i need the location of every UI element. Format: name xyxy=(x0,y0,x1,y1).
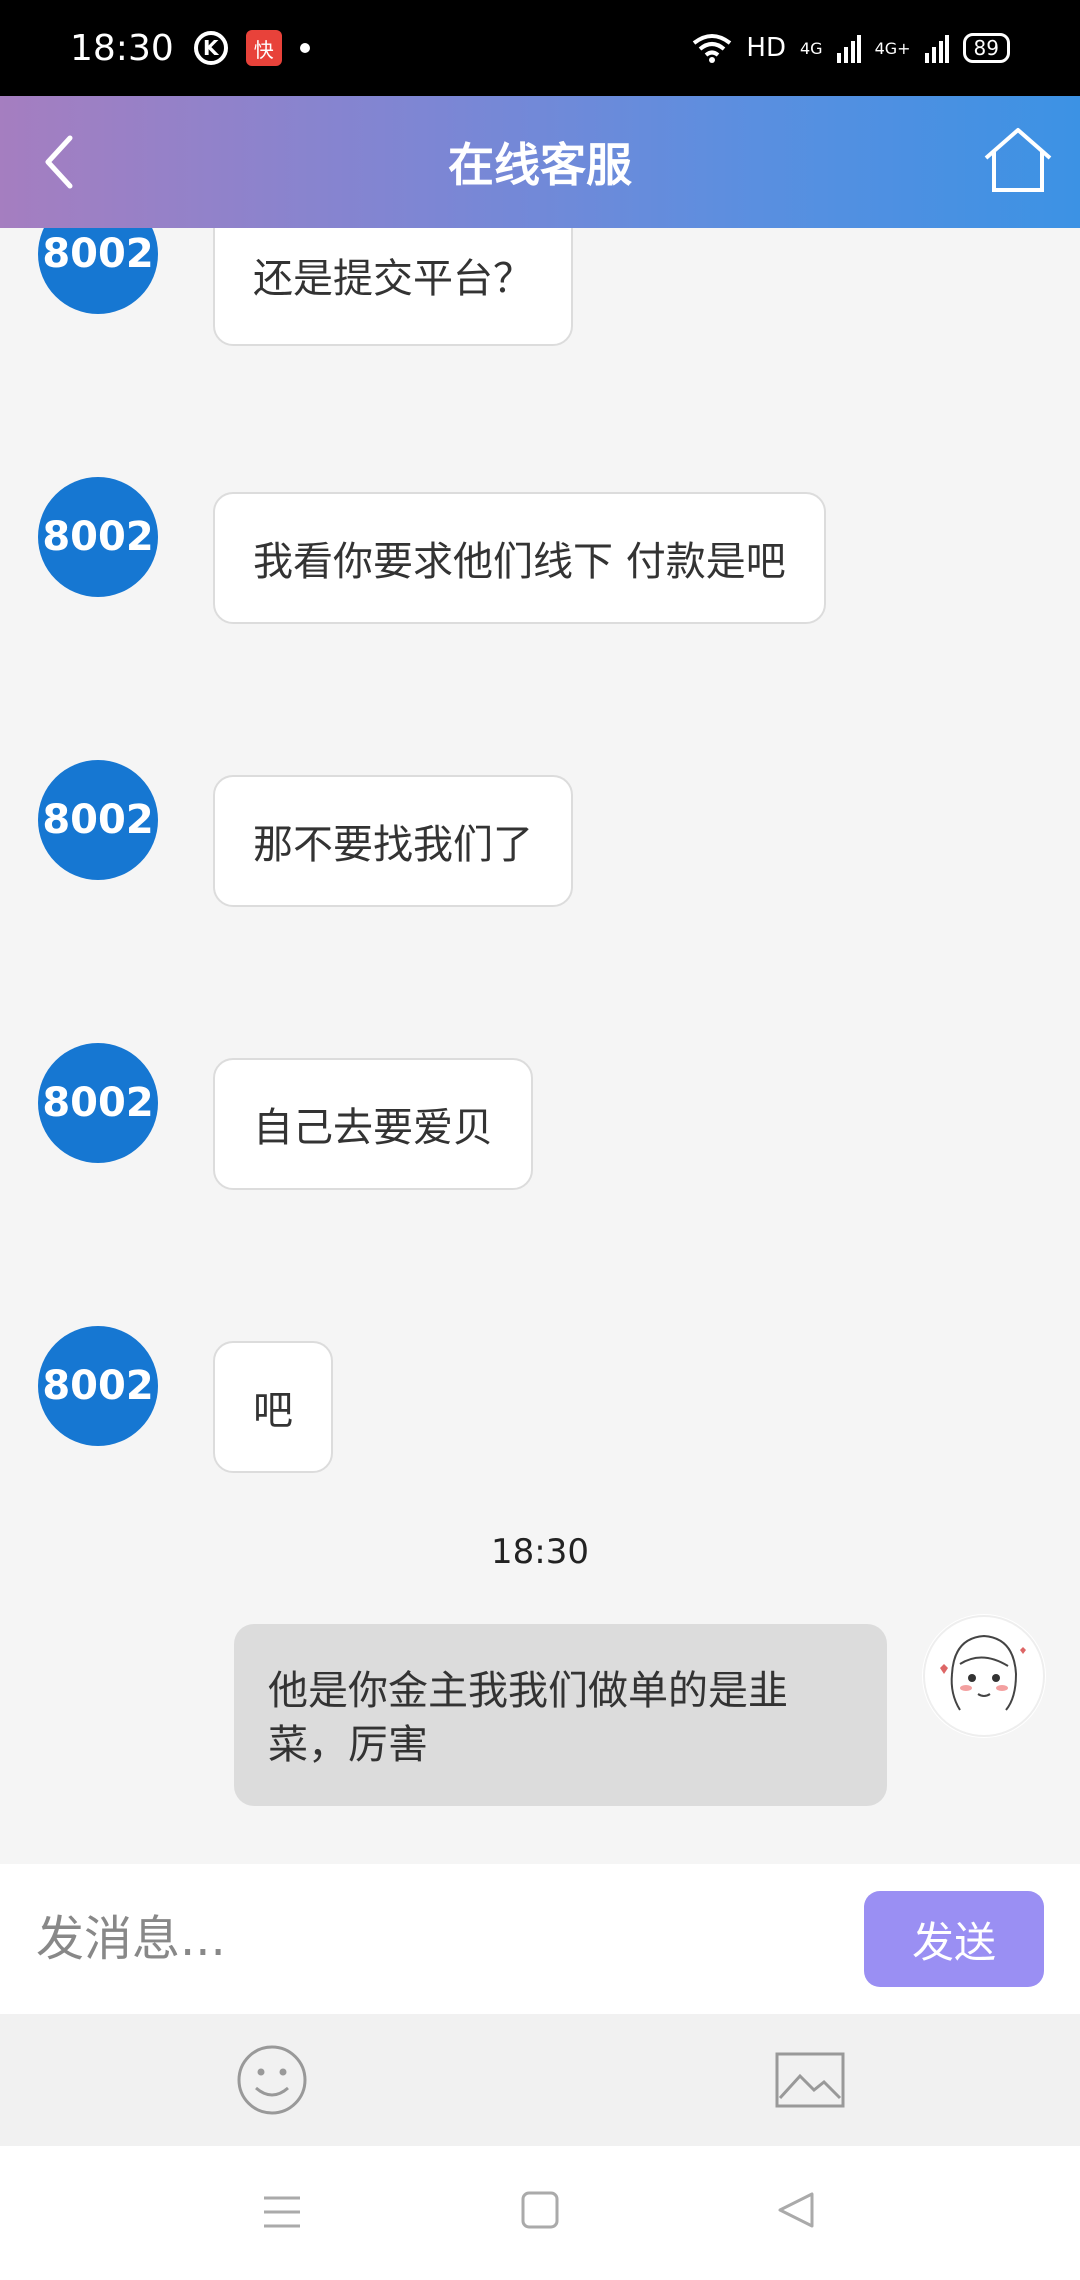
signal-4g-label: 4G xyxy=(799,38,823,58)
message-bubble[interactable]: 那不要找我们了 xyxy=(213,775,573,907)
nav-home-icon[interactable] xyxy=(520,2190,560,2230)
k-app-icon: K xyxy=(193,31,228,65)
user-avatar[interactable] xyxy=(922,1614,1046,1738)
smiley-icon[interactable] xyxy=(236,2044,308,2116)
agent-avatar[interactable]: 8002 xyxy=(38,1043,158,1163)
recents-menu-icon[interactable] xyxy=(262,2192,302,2232)
message-bubble[interactable]: 自己去要爱贝 xyxy=(213,1058,533,1190)
header-bar: 在线客服 xyxy=(0,96,1080,228)
system-nav-bar xyxy=(0,2146,1080,2280)
my-message-line: 菜，厉害 xyxy=(268,1722,428,1768)
agent-avatar[interactable]: 8002 xyxy=(38,477,158,597)
wifi-icon xyxy=(693,34,732,63)
back-chevron-icon[interactable] xyxy=(36,124,106,200)
my-message-line: 他是你金主我我们做单的是韭 xyxy=(268,1668,788,1714)
message-timestamp: 18:30 xyxy=(491,1532,589,1572)
message-input-bar: 发送 xyxy=(0,1864,1080,2014)
agent-avatar[interactable]: 8002 xyxy=(38,1326,158,1446)
message-bubble[interactable]: 我看你要求他们线下 付款是吧 xyxy=(213,492,826,624)
hd-indicator: HD xyxy=(746,33,786,63)
input-toolbar xyxy=(0,2014,1080,2146)
message-input[interactable] xyxy=(36,1911,864,1967)
signal-icon xyxy=(836,35,861,63)
status-right: HD 4G 4G+ 89 xyxy=(692,33,1010,63)
notification-dot-icon xyxy=(299,43,310,53)
signal-4g-plus-label: 4G+ xyxy=(874,38,911,58)
nav-back-icon[interactable] xyxy=(776,2190,816,2230)
status-bar: 18:30 K 快 HD 4G 4G+ 89 xyxy=(0,0,1080,96)
agent-avatar[interactable]: 8002 xyxy=(38,760,158,880)
image-icon[interactable] xyxy=(774,2044,846,2116)
battery-icon: 89 xyxy=(962,33,1010,63)
send-button[interactable]: 发送 xyxy=(864,1891,1044,1987)
message-bubble[interactable]: 还是提交平台？ xyxy=(213,228,573,346)
signal-icon-2 xyxy=(924,35,949,63)
status-time: 18:30 xyxy=(70,27,174,69)
home-icon[interactable] xyxy=(980,122,1056,198)
chat-area[interactable]: 8002 还是提交平台？ 8002 我看你要求他们线下 付款是吧 8002 那不… xyxy=(0,228,1080,1864)
agent-avatar[interactable]: 8002 xyxy=(38,228,158,314)
message-bubble[interactable]: 吧 xyxy=(213,1341,333,1473)
page-title: 在线客服 xyxy=(448,138,632,192)
kuaishou-app-icon: 快 xyxy=(245,30,282,66)
my-message-bubble[interactable]: 他是你金主我我们做单的是韭 菜，厉害 xyxy=(234,1624,887,1806)
